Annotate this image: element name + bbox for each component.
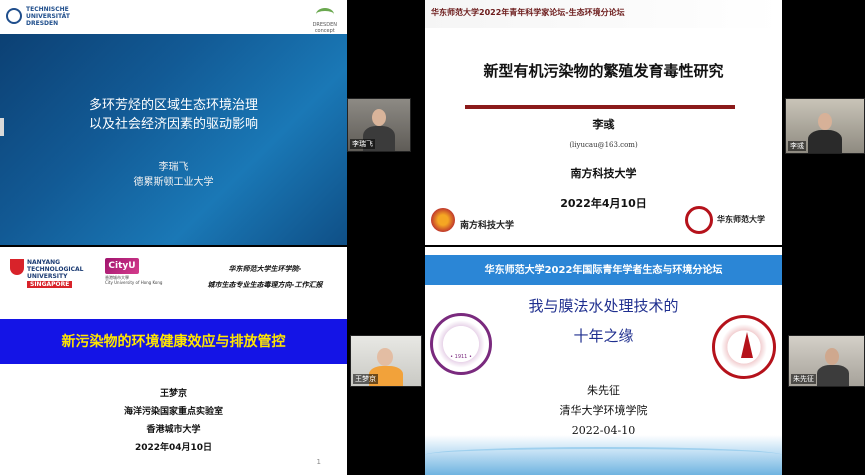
gutter-right bbox=[782, 0, 865, 475]
participant-video-2[interactable]: 李彧 bbox=[785, 98, 865, 154]
ecnu-logo-icon bbox=[685, 206, 713, 234]
school-line-2: 城市生态专业生态毒理方向-工作汇报 bbox=[207, 281, 323, 289]
speaker-affiliation: 清华大学环境学院 bbox=[559, 404, 648, 417]
speaker-block: 王梦京 海洋污染国家重点实验室 香港城市大学 2022年04月10日 bbox=[0, 385, 347, 457]
participant-name: 李瑞飞 bbox=[350, 139, 375, 149]
participant-face bbox=[825, 348, 839, 365]
speaker-email: (liyucau@163.com) bbox=[569, 141, 638, 149]
ecnu-logo-text: 华东师范大学 bbox=[717, 214, 765, 224]
participant-name: 王梦京 bbox=[353, 374, 378, 384]
ntu-logo-country: SINGAPORE bbox=[27, 281, 73, 288]
water-wave-decoration bbox=[425, 447, 782, 463]
slide-title: 新型有机污染物的繁殖发育毒性研究 bbox=[483, 62, 724, 80]
cityu-logo-icon: CityU bbox=[105, 258, 139, 274]
speaker-name: 朱先征 bbox=[587, 384, 620, 397]
school-header: 华东师范大学生环学院- 城市生态专业生态毒理方向-工作汇报 bbox=[185, 261, 345, 293]
participant-body bbox=[808, 130, 842, 153]
title-line-1: 我与膜法水处理技术的 bbox=[528, 297, 679, 315]
tud-logo-text: TECHNISCHE UNIVERSITÄT DRESDEN bbox=[26, 6, 70, 27]
sustech-logo-text: 南方科技大学 bbox=[460, 221, 515, 231]
shared-slide-2: 华东师范大学2022年青年科学家论坛-生态环境分论坛 新型有机污染物的繁殖发育毒… bbox=[425, 0, 782, 245]
forum-title: 华东师范大学2022年青年科学家论坛-生态环境分论坛 bbox=[431, 8, 625, 17]
tsinghua-seal-year: • 1911 • bbox=[450, 354, 472, 360]
dresden-concept-icon bbox=[315, 8, 334, 21]
speaker-affiliation: 德累斯顿工业大学 bbox=[133, 177, 214, 188]
participant-video-3[interactable]: 王梦京 bbox=[350, 335, 422, 387]
speaker-name: 王梦京 bbox=[159, 389, 187, 399]
ecnu-seal-icon bbox=[712, 315, 776, 379]
participant-face bbox=[377, 348, 393, 366]
speaker-affiliation: 南方科技大学 bbox=[570, 167, 637, 180]
participant-face bbox=[818, 113, 832, 130]
sustech-logo-icon bbox=[431, 208, 455, 232]
shared-slide-4: 华东师范大学2022年国际青年学者生态与环境分论坛 我与膜法水处理技术的 十年之… bbox=[425, 247, 782, 475]
title-line-1: 多环芳烃的区域生态环境治理 bbox=[88, 98, 258, 113]
participant-name: 李彧 bbox=[788, 141, 806, 151]
slide-title: 新污染物的环境健康效应与排放管控 bbox=[61, 334, 286, 350]
title-line-2: 以及社会经济因素的驱动影响 bbox=[88, 117, 258, 132]
cityu-logo: CityU 香港城市大學 City University of Hong Kon… bbox=[105, 258, 165, 285]
participant-video-4[interactable]: 朱先征 bbox=[788, 335, 865, 387]
shared-slide-3: NANYANG TECHNOLOGICAL UNIVERSITY SINGAPO… bbox=[0, 247, 347, 475]
participant-face bbox=[372, 109, 386, 126]
participant-name: 朱先征 bbox=[791, 374, 816, 384]
speaker-affiliation: 香港城市大学 bbox=[146, 425, 201, 435]
tud-logo-icon bbox=[6, 8, 22, 24]
page-number: 1 bbox=[316, 458, 321, 466]
cityu-logo-text: 香港城市大學 City University of Hong Kong bbox=[105, 275, 163, 285]
speaker-lab: 海洋污染国家重点实验室 bbox=[123, 407, 223, 417]
presentation-date: 2022年4月10日 bbox=[560, 197, 647, 210]
participant-body bbox=[817, 365, 849, 386]
school-line-1: 华东师范大学生环学院- bbox=[228, 265, 302, 273]
ntu-logo-text: NANYANG TECHNOLOGICAL UNIVERSITY bbox=[27, 259, 84, 280]
dresden-concept-logo: DRESDEN concept bbox=[313, 8, 337, 34]
presentation-date: 2022年04月10日 bbox=[134, 443, 213, 453]
gutter-left bbox=[347, 0, 425, 475]
ntu-crest-icon bbox=[10, 259, 24, 275]
ntu-logo: NANYANG TECHNOLOGICAL UNIVERSITY SINGAPO… bbox=[10, 259, 83, 288]
speaker-name: 李彧 bbox=[592, 118, 615, 131]
tsinghua-seal-icon: • 1911 • bbox=[430, 313, 492, 375]
speaker-block: 李瑞飞 德累斯顿工业大学 bbox=[0, 160, 347, 190]
speaker-name: 李瑞飞 bbox=[158, 162, 189, 173]
slide-title: 多环芳烃的区域生态环境治理 以及社会经济因素的驱动影响 bbox=[0, 96, 347, 134]
dresden-concept-text: DRESDEN concept bbox=[312, 22, 337, 34]
title-underline bbox=[465, 105, 735, 109]
shared-slide-1: TECHNISCHE UNIVERSITÄT DRESDEN DRESDEN c… bbox=[0, 0, 347, 245]
participant-video-1[interactable]: 李瑞飞 bbox=[347, 98, 411, 152]
speaker-block: 朱先征 清华大学环境学院 2022-04-10 bbox=[425, 381, 782, 441]
forum-title: 华东师范大学2022年国际青年学者生态与环境分论坛 bbox=[484, 265, 723, 276]
